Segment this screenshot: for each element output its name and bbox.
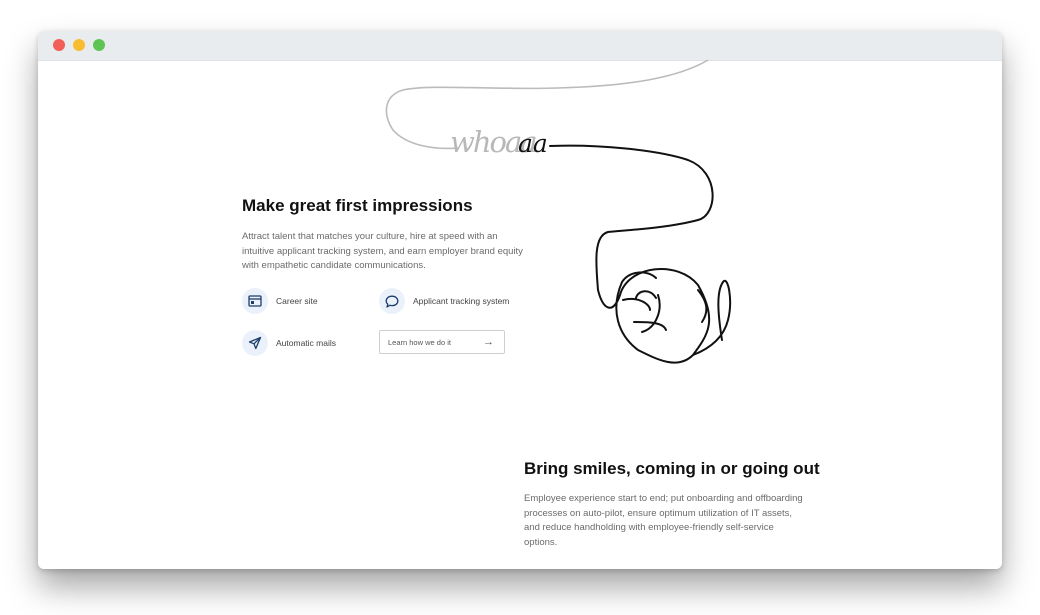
browser-window: whoaa aa Make great first impressions At… bbox=[38, 31, 1002, 569]
feature-automatic-mails[interactable]: Automatic mails bbox=[242, 330, 336, 356]
window-titlebar bbox=[38, 31, 1002, 61]
browser-window-icon bbox=[242, 288, 268, 314]
feature-label: Career site bbox=[276, 296, 318, 306]
learn-how-button[interactable]: Learn how we do it → bbox=[379, 330, 505, 354]
page-content: whoaa aa Make great first impressions At… bbox=[38, 60, 1002, 569]
paper-plane-icon bbox=[242, 330, 268, 356]
section-paragraph-first-impressions: Attract talent that matches your culture… bbox=[242, 230, 542, 274]
paragraph-line: with empathetic candidate communications… bbox=[242, 260, 426, 271]
line-drawing-face-illustration: whoaa aa bbox=[385, 60, 732, 364]
paragraph-line: Attract talent that matches your culture… bbox=[242, 231, 498, 242]
maximize-window-button[interactable] bbox=[93, 39, 105, 51]
paragraph-line: options. bbox=[524, 536, 558, 548]
handwritten-word-dark: aa bbox=[518, 129, 548, 158]
paragraph-line: processes on auto-pilot, ensure optimum … bbox=[524, 507, 793, 519]
feature-label: Automatic mails bbox=[276, 338, 336, 348]
feature-label: Applicant tracking system bbox=[413, 296, 510, 306]
chat-bubble-icon bbox=[379, 288, 405, 314]
section-paragraph-smiles: Employee experience start to end; put on… bbox=[524, 492, 824, 550]
section-heading-first-impressions: Make great first impressions bbox=[242, 196, 473, 215]
arrow-right-icon: → bbox=[483, 335, 494, 348]
paragraph-line: intuitive applicant tracking system, and… bbox=[242, 245, 523, 257]
learn-how-button-label: Learn how we do it bbox=[388, 337, 451, 347]
feature-career-site[interactable]: Career site bbox=[242, 288, 318, 314]
paragraph-line: Employee experience start to end; put on… bbox=[524, 493, 803, 504]
close-window-button[interactable] bbox=[53, 39, 65, 51]
paragraph-line: and reduce handholding with employee-fri… bbox=[524, 522, 774, 533]
section-heading-smiles: Bring smiles, coming in or going out bbox=[524, 459, 820, 478]
face-line-art bbox=[549, 144, 732, 364]
minimize-window-button[interactable] bbox=[73, 39, 85, 51]
feature-applicant-tracking[interactable]: Applicant tracking system bbox=[379, 288, 509, 314]
